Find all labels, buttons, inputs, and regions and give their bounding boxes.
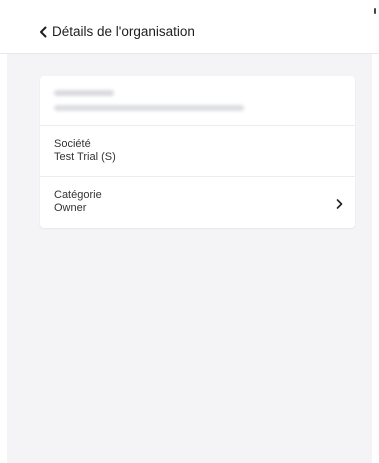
- company-value: Test Trial (S): [54, 151, 116, 163]
- blurred-user-name: [54, 90, 114, 96]
- company-row: Société Test Trial (S): [40, 126, 355, 177]
- chevron-left-icon: [38, 26, 48, 38]
- category-row[interactable]: Catégorie Owner: [40, 177, 355, 228]
- organization-card: Société Test Trial (S) Catégorie Owner: [40, 76, 355, 228]
- user-info-row: [40, 76, 355, 126]
- category-label: Catégorie: [54, 189, 102, 201]
- back-button[interactable]: Détails de l'organisation: [38, 22, 195, 42]
- chevron-right-icon: [336, 196, 343, 214]
- main-content: Société Test Trial (S) Catégorie Owner: [7, 54, 372, 463]
- category-value: Owner: [54, 202, 87, 214]
- blurred-user-email: [54, 105, 244, 111]
- page-title: Détails de l'organisation: [52, 24, 195, 39]
- organization-details-screen: Détails de l'organisation Société Test T…: [0, 0, 379, 463]
- window-edge-mark: [374, 8, 376, 14]
- top-bar: Détails de l'organisation: [0, 0, 379, 54]
- company-label: Société: [54, 138, 91, 150]
